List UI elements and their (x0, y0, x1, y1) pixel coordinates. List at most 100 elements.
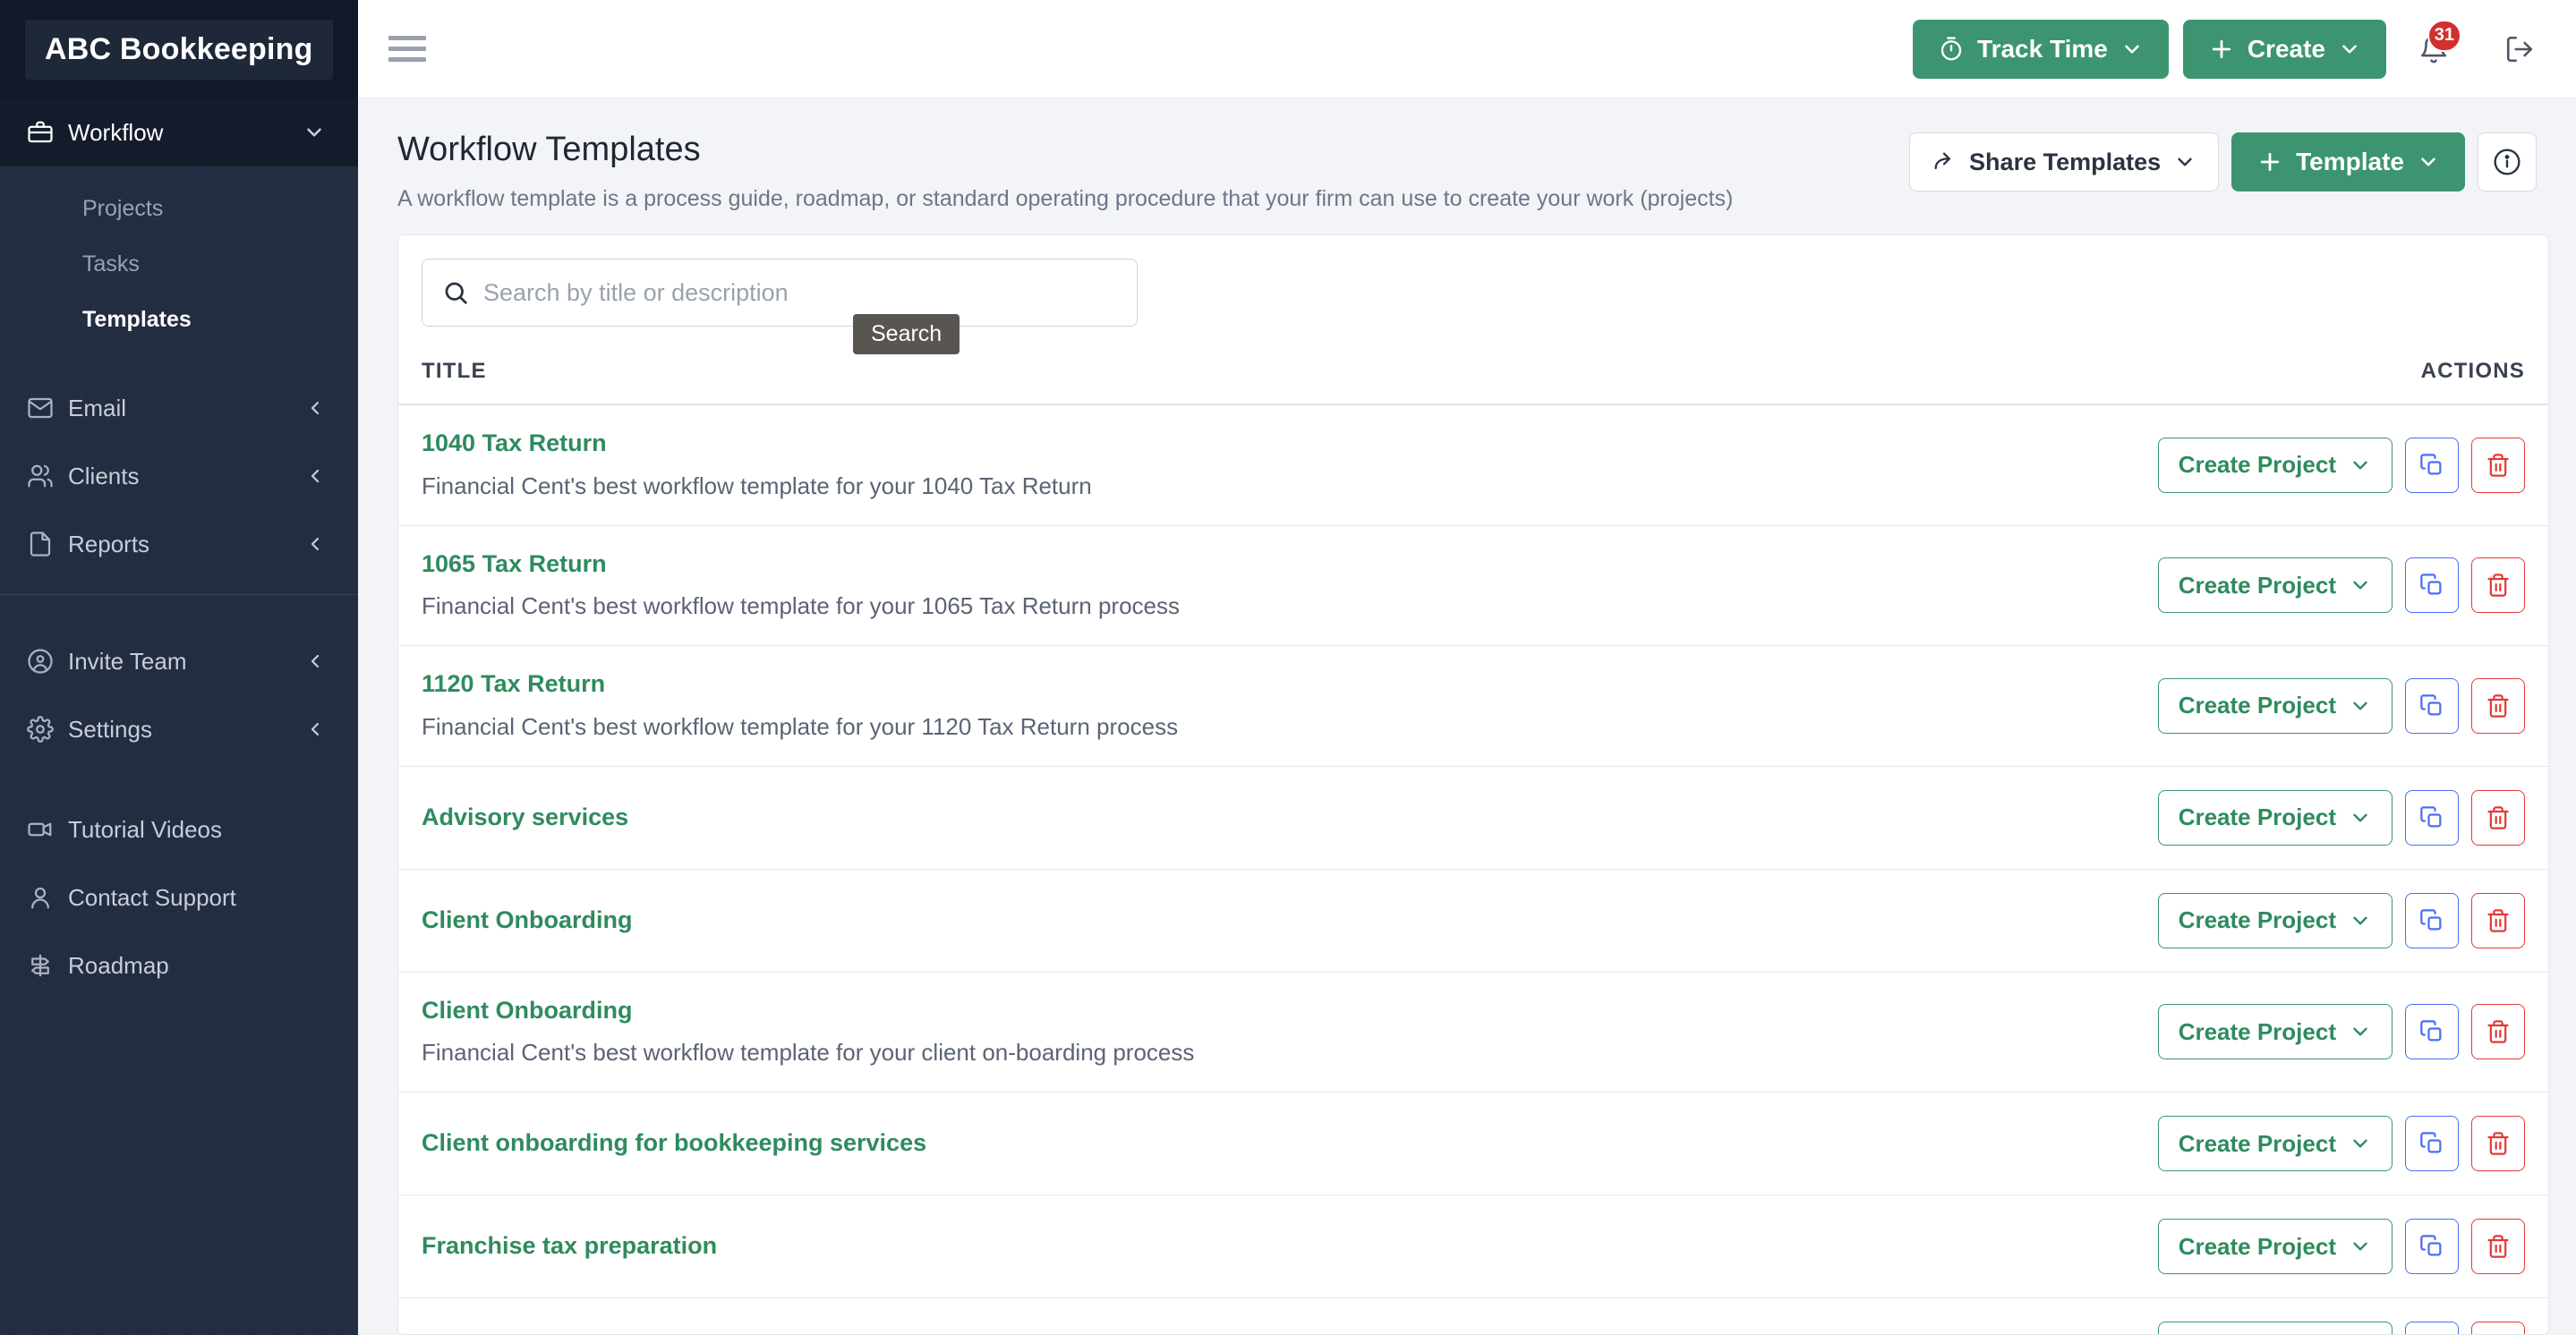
create-project-button[interactable]: Create Project (2157, 1116, 2393, 1172)
duplicate-template-button[interactable] (2405, 557, 2459, 614)
row-action-group: Create Project (2157, 437, 2525, 493)
create-project-label: Create Project (2178, 804, 2336, 831)
template-title-link[interactable]: Client Onboarding (422, 906, 1952, 936)
search-box[interactable] (422, 259, 1138, 327)
template-cell: Franchise tax preparation (398, 1195, 1975, 1299)
delete-template-button[interactable] (2471, 789, 2525, 846)
main-area: Track Time Create 31 Workflow Templates … (358, 0, 2576, 1335)
share-templates-button[interactable]: Share Templates (1909, 132, 2220, 191)
trash-icon (2486, 573, 2511, 598)
track-time-button[interactable]: Track Time (1913, 19, 2169, 79)
create-button[interactable]: Create (2182, 19, 2386, 79)
duplicate-template-button[interactable] (2405, 677, 2459, 734)
template-cell: Client Onboarding (398, 869, 1975, 973)
sidebar-subitem-tasks[interactable]: Tasks (0, 236, 358, 292)
sidebar-item-workflow[interactable]: Workflow (0, 98, 358, 166)
delete-template-button[interactable] (2471, 1116, 2525, 1172)
create-project-button[interactable]: Create Project (2157, 1004, 2393, 1060)
chevron-down-icon (303, 121, 326, 144)
info-button[interactable] (2478, 132, 2537, 191)
share-templates-label: Share Templates (1969, 148, 2162, 175)
vertical-scrollbar[interactable] (2549, 98, 2576, 1335)
sidebar-item-reports[interactable]: Reports (0, 510, 358, 578)
row-action-group: Create Project (2157, 677, 2525, 734)
brand-logo-box: ABC Bookkeeping (25, 19, 333, 80)
create-project-button[interactable]: Create Project (2157, 557, 2393, 614)
chevron-down-icon (2349, 806, 2372, 829)
sidebar-subitem-label-templates: Templates (82, 306, 192, 332)
create-project-label: Create Project (2178, 1232, 2336, 1260)
create-project-button[interactable]: Create Project (2157, 892, 2393, 948)
create-project-button[interactable]: Create Project (2157, 1322, 2393, 1334)
search-input[interactable] (483, 278, 1117, 307)
sidebar-item-settings[interactable]: Settings (0, 695, 358, 763)
create-project-button[interactable]: Create Project (2157, 437, 2393, 493)
gear-icon (27, 716, 68, 743)
add-template-button[interactable]: Template (2231, 132, 2465, 191)
create-project-label: Create Project (2178, 906, 2336, 934)
duplicate-template-button[interactable] (2405, 789, 2459, 846)
delete-template-button[interactable] (2471, 1322, 2525, 1334)
chevron-down-icon (2338, 38, 2361, 61)
user-plus-icon (27, 648, 68, 675)
sidebar-subitem-label-projects: Projects (82, 195, 164, 221)
table-row: Client Onboarding Create Project (398, 869, 2548, 973)
sidebar-item-tutorial-videos[interactable]: Tutorial Videos (0, 795, 358, 863)
duplicate-template-button[interactable] (2405, 1004, 2459, 1060)
sidebar-item-invite-team[interactable]: Invite Team (0, 627, 358, 695)
search-tooltip: Search (853, 314, 960, 354)
template-description: Financial Cent's best workflow template … (422, 472, 1092, 499)
duplicate-template-button[interactable] (2405, 1116, 2459, 1172)
trash-icon (2486, 1019, 2511, 1044)
duplicate-template-button[interactable] (2405, 437, 2459, 493)
sidebar-item-clients[interactable]: Clients (0, 442, 358, 510)
copy-icon (2419, 453, 2444, 478)
delete-template-button[interactable] (2471, 677, 2525, 734)
sidebar-item-email[interactable]: Email (0, 374, 358, 442)
template-title-link[interactable]: Franchise tax preparation (422, 1231, 1952, 1262)
delete-template-button[interactable] (2471, 557, 2525, 614)
trash-icon (2486, 805, 2511, 830)
table-row: Franchise tax preparation Create Project (398, 1195, 2548, 1299)
chevron-down-icon (2349, 909, 2372, 932)
template-title-link[interactable]: Client onboarding for bookkeeping servic… (422, 1128, 1952, 1159)
notifications-button[interactable]: 31 (2406, 19, 2461, 77)
delete-template-button[interactable] (2471, 1004, 2525, 1060)
create-project-button[interactable]: Create Project (2157, 677, 2393, 734)
trash-icon (2486, 693, 2511, 719)
sidebar-item-label-clients: Clients (68, 462, 140, 489)
logout-button[interactable] (2492, 21, 2547, 77)
delete-template-button[interactable] (2471, 1219, 2525, 1275)
create-project-label: Create Project (2178, 571, 2336, 599)
table-row: Hiring a new Bookkeeping employee Create … (398, 1297, 2548, 1334)
duplicate-template-button[interactable] (2405, 1219, 2459, 1275)
delete-template-button[interactable] (2471, 437, 2525, 493)
delete-template-button[interactable] (2471, 892, 2525, 948)
template-title-link[interactable]: 1065 Tax Return (422, 549, 1952, 580)
template-title-link[interactable]: 1120 Tax Return (422, 669, 1952, 700)
duplicate-template-button[interactable] (2405, 892, 2459, 948)
chevron-left-icon (304, 397, 326, 419)
create-project-label: Create Project (2178, 1129, 2336, 1157)
actions-cell: Create Project (1975, 1297, 2548, 1334)
duplicate-template-button[interactable] (2405, 1322, 2459, 1334)
sidebar-subitem-templates[interactable]: Templates (0, 292, 358, 347)
hamburger-icon[interactable] (388, 36, 433, 62)
sidebar-item-roadmap[interactable]: Roadmap (0, 931, 358, 999)
template-title-link[interactable]: Advisory services (422, 803, 1952, 833)
sidebar-item-label-tutorial-videos: Tutorial Videos (68, 815, 222, 843)
create-project-button[interactable]: Create Project (2157, 1219, 2393, 1275)
template-title-link[interactable]: Client Onboarding (422, 996, 1952, 1026)
sidebar-subitem-projects[interactable]: Projects (0, 181, 358, 236)
sidebar-item-contact-support[interactable]: Contact Support (0, 863, 358, 931)
trash-icon (2486, 453, 2511, 478)
template-title-link[interactable]: 1040 Tax Return (422, 429, 1952, 459)
chevron-down-icon (2349, 1020, 2372, 1043)
table-body: 1040 Tax Return Financial Cent's best wor… (398, 404, 2548, 1334)
create-project-button[interactable]: Create Project (2157, 789, 2393, 846)
brand-name: ABC Bookkeeping (45, 31, 313, 66)
sidebar-item-label-invite-team: Invite Team (68, 647, 187, 675)
scrollbar-thumb[interactable] (2556, 106, 2569, 490)
chevron-left-icon (304, 650, 326, 672)
top-bar: Track Time Create 31 (358, 0, 2576, 98)
